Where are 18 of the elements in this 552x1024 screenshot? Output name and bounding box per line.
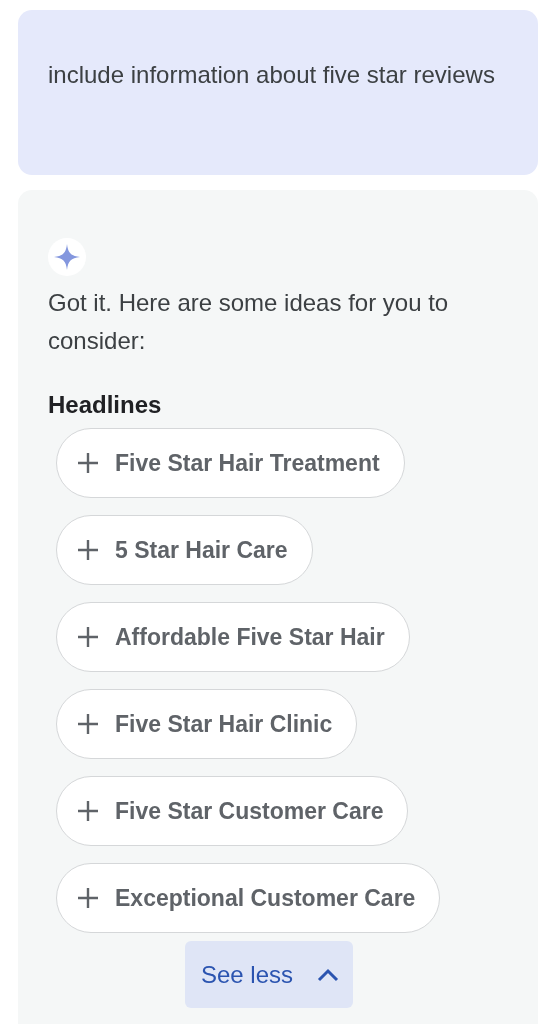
suggestion-chip[interactable]: 5 Star Hair Care [56,515,313,585]
chevron-icon [317,967,340,982]
plus-icon [77,713,99,735]
suggestion-chip[interactable]: Exceptional Customer Care [56,863,441,933]
suggestion-chip[interactable]: Five Star Hair Clinic [56,689,358,759]
plus-icon [77,539,99,561]
section-heading: Headlines [48,390,163,420]
suggestion-chip[interactable]: Five Star Customer Care [56,776,409,846]
suggestion-chip[interactable]: Five Star Hair Treatment [56,428,405,498]
suggestion-chip[interactable]: Affordable Five Star Hair [56,602,410,672]
see-less-button[interactable]: See less [184,941,354,1008]
plus-icon [77,887,99,909]
response-text: Got it. Here are some ideas for you to consider: [48,288,450,356]
plus-icon [77,800,99,822]
sparkle-icon [48,238,86,276]
plus-icon [77,626,99,648]
prompt-text: include information about five star reviews [48,60,496,90]
plus-icon [77,452,99,474]
